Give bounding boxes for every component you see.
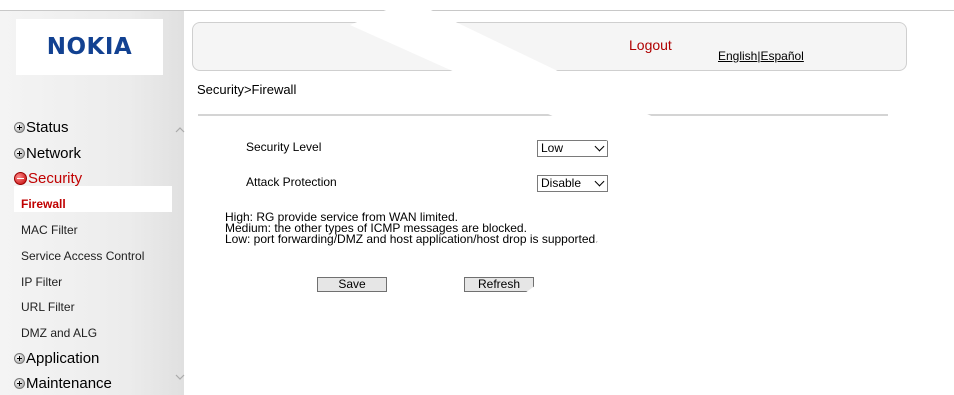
watermark-overlay	[350, 0, 930, 395]
